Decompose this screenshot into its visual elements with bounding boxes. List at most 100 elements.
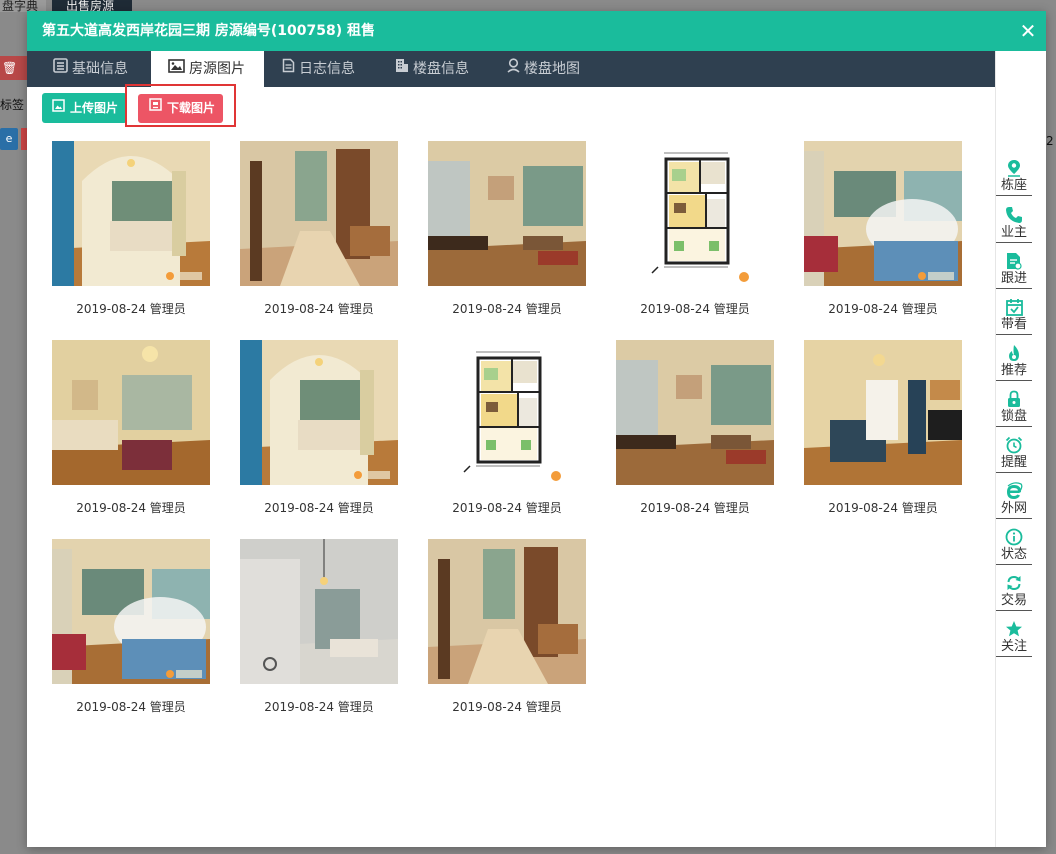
sidebar-item-flame[interactable]: 推荐 — [996, 343, 1032, 381]
sidebar-item-label: 带看 — [996, 317, 1032, 335]
sidebar-item-label: 推荐 — [996, 363, 1032, 381]
download-image-icon — [149, 93, 162, 122]
property-photo-thumbnail[interactable] — [428, 141, 586, 286]
building-icon — [395, 51, 409, 87]
photo-caption: 2019-08-24 管理员 — [640, 302, 750, 316]
photo-card: 2019-08-24 管理员 — [428, 340, 586, 515]
sidebar-item-label: 关注 — [996, 639, 1032, 657]
upload-images-label: 上传图片 — [70, 101, 119, 115]
sidebar-item-label: 栋座 — [996, 178, 1032, 196]
right-action-sidebar: 栋座业主跟进带看推荐锁盘提醒外网状态交易关注 — [995, 51, 1046, 847]
property-photo-thumbnail[interactable] — [428, 340, 586, 485]
sidebar-item-phone[interactable]: 业主 — [996, 205, 1032, 243]
sidebar-item-label: 外网 — [996, 501, 1032, 519]
calendar-check-icon — [996, 297, 1032, 317]
photo-card: 2019-08-24 管理员 — [804, 141, 962, 316]
sidebar-item-location-pin[interactable]: 栋座 — [996, 158, 1032, 196]
document-icon — [282, 51, 295, 87]
photo-caption: 2019-08-24 管理员 — [640, 501, 750, 515]
photo-caption: 2019-08-24 管理员 — [264, 700, 374, 714]
tab-basic-info[interactable]: 基础信息 — [53, 51, 143, 87]
property-photo-thumbnail[interactable] — [804, 340, 962, 485]
star-icon — [996, 619, 1032, 639]
tab-property-images-label: 房源图片 — [189, 61, 245, 77]
image-icon — [168, 51, 185, 87]
upload-image-icon — [52, 93, 65, 123]
lock-icon — [996, 389, 1032, 409]
property-photo-thumbnail[interactable] — [804, 141, 962, 286]
photo-caption: 2019-08-24 管理员 — [828, 302, 938, 316]
photo-caption: 2019-08-24 管理员 — [452, 302, 562, 316]
document-edit-icon — [996, 251, 1032, 271]
tab-estate-map[interactable]: 楼盘地图 — [507, 51, 597, 87]
photo-caption: 2019-08-24 管理员 — [452, 700, 562, 714]
sidebar-item-star[interactable]: 关注 — [996, 619, 1032, 657]
listing-modal: 第五大道高发西岸花园三期 房源编号(100758) 租售 ✕ 基础信息 房源图片… — [27, 11, 1046, 847]
sidebar-item-label: 状态 — [996, 547, 1032, 565]
tab-property-images[interactable]: 房源图片 — [151, 51, 264, 87]
refresh-icon — [996, 573, 1032, 593]
sidebar-item-label: 提醒 — [996, 455, 1032, 473]
tab-log-info[interactable]: 日志信息 — [282, 51, 372, 87]
photo-caption: 2019-08-24 管理员 — [828, 501, 938, 515]
tab-bar: 基础信息 房源图片 日志信息 楼盘信息 楼盘地图 — [27, 51, 995, 87]
sidebar-item-lock[interactable]: 锁盘 — [996, 389, 1032, 427]
background-right-text: 2 — [1046, 134, 1054, 148]
property-photo-thumbnail[interactable] — [240, 340, 398, 485]
internet-explorer-icon — [996, 481, 1032, 501]
photo-card: 2019-08-24 管理员 — [804, 340, 962, 515]
tab-estate-map-label: 楼盘地图 — [524, 61, 580, 77]
photo-caption: 2019-08-24 管理员 — [452, 501, 562, 515]
map-pin-icon — [507, 51, 520, 87]
photo-caption: 2019-08-24 管理员 — [76, 302, 186, 316]
sidebar-item-label: 跟进 — [996, 271, 1032, 289]
tab-basic-info-label: 基础信息 — [72, 61, 128, 77]
property-photo-thumbnail[interactable] — [428, 539, 586, 684]
sidebar-item-label: 业主 — [996, 225, 1032, 243]
background-ie-icon: e — [0, 128, 18, 150]
property-photo-thumbnail[interactable] — [240, 539, 398, 684]
photo-card: 2019-08-24 管理员 — [240, 141, 398, 316]
close-icon[interactable]: ✕ — [1018, 21, 1038, 41]
sidebar-item-calendar-check[interactable]: 带看 — [996, 297, 1032, 335]
property-photo-thumbnail[interactable] — [52, 539, 210, 684]
photo-card: 2019-08-24 管理员 — [52, 141, 210, 316]
photo-card: 2019-08-24 管理员 — [428, 141, 586, 316]
sidebar-item-alarm-clock[interactable]: 提醒 — [996, 435, 1032, 473]
sidebar-item-label: 交易 — [996, 593, 1032, 611]
background-delete-button: 🗑删 — [0, 56, 28, 80]
property-photo-thumbnail[interactable] — [52, 340, 210, 485]
photo-card: 2019-08-24 管理员 — [616, 340, 774, 515]
alarm-clock-icon — [996, 435, 1032, 455]
photo-caption: 2019-08-24 管理员 — [76, 501, 186, 515]
phone-icon — [996, 205, 1032, 225]
photo-caption: 2019-08-24 管理员 — [264, 302, 374, 316]
sidebar-item-label: 锁盘 — [996, 409, 1032, 427]
upload-images-button[interactable]: 上传图片 — [42, 93, 127, 123]
modal-header: 第五大道高发西岸花园三期 房源编号(100758) 租售 ✕ — [27, 11, 1046, 51]
modal-title: 第五大道高发西岸花园三期 房源编号(100758) 租售 — [42, 23, 375, 39]
photo-card: 2019-08-24 管理员 — [428, 539, 586, 714]
flame-icon — [996, 343, 1032, 363]
photo-card: 2019-08-24 管理员 — [616, 141, 774, 316]
download-images-label: 下载图片 — [167, 101, 216, 115]
location-pin-icon — [996, 158, 1032, 178]
property-photo-thumbnail[interactable] — [616, 340, 774, 485]
photo-card: 2019-08-24 管理员 — [52, 340, 210, 515]
property-photo-thumbnail[interactable] — [240, 141, 398, 286]
photo-card: 2019-08-24 管理员 — [240, 539, 398, 714]
sidebar-item-internet-explorer[interactable]: 外网 — [996, 481, 1032, 519]
sidebar-item-refresh[interactable]: 交易 — [996, 573, 1032, 611]
sidebar-item-info[interactable]: 状态 — [996, 527, 1032, 565]
tab-log-info-label: 日志信息 — [299, 61, 355, 77]
photo-card: 2019-08-24 管理员 — [52, 539, 210, 714]
download-images-button[interactable]: 下载图片 — [138, 94, 223, 123]
list-icon — [53, 51, 68, 87]
property-photo-thumbnail[interactable] — [616, 141, 774, 286]
property-photo-thumbnail[interactable] — [52, 141, 210, 286]
sidebar-item-document-edit[interactable]: 跟进 — [996, 251, 1032, 289]
tab-estate-info[interactable]: 楼盘信息 — [395, 51, 485, 87]
photo-card: 2019-08-24 管理员 — [240, 340, 398, 515]
photo-caption: 2019-08-24 管理员 — [264, 501, 374, 515]
trash-icon: 🗑 — [2, 61, 18, 75]
